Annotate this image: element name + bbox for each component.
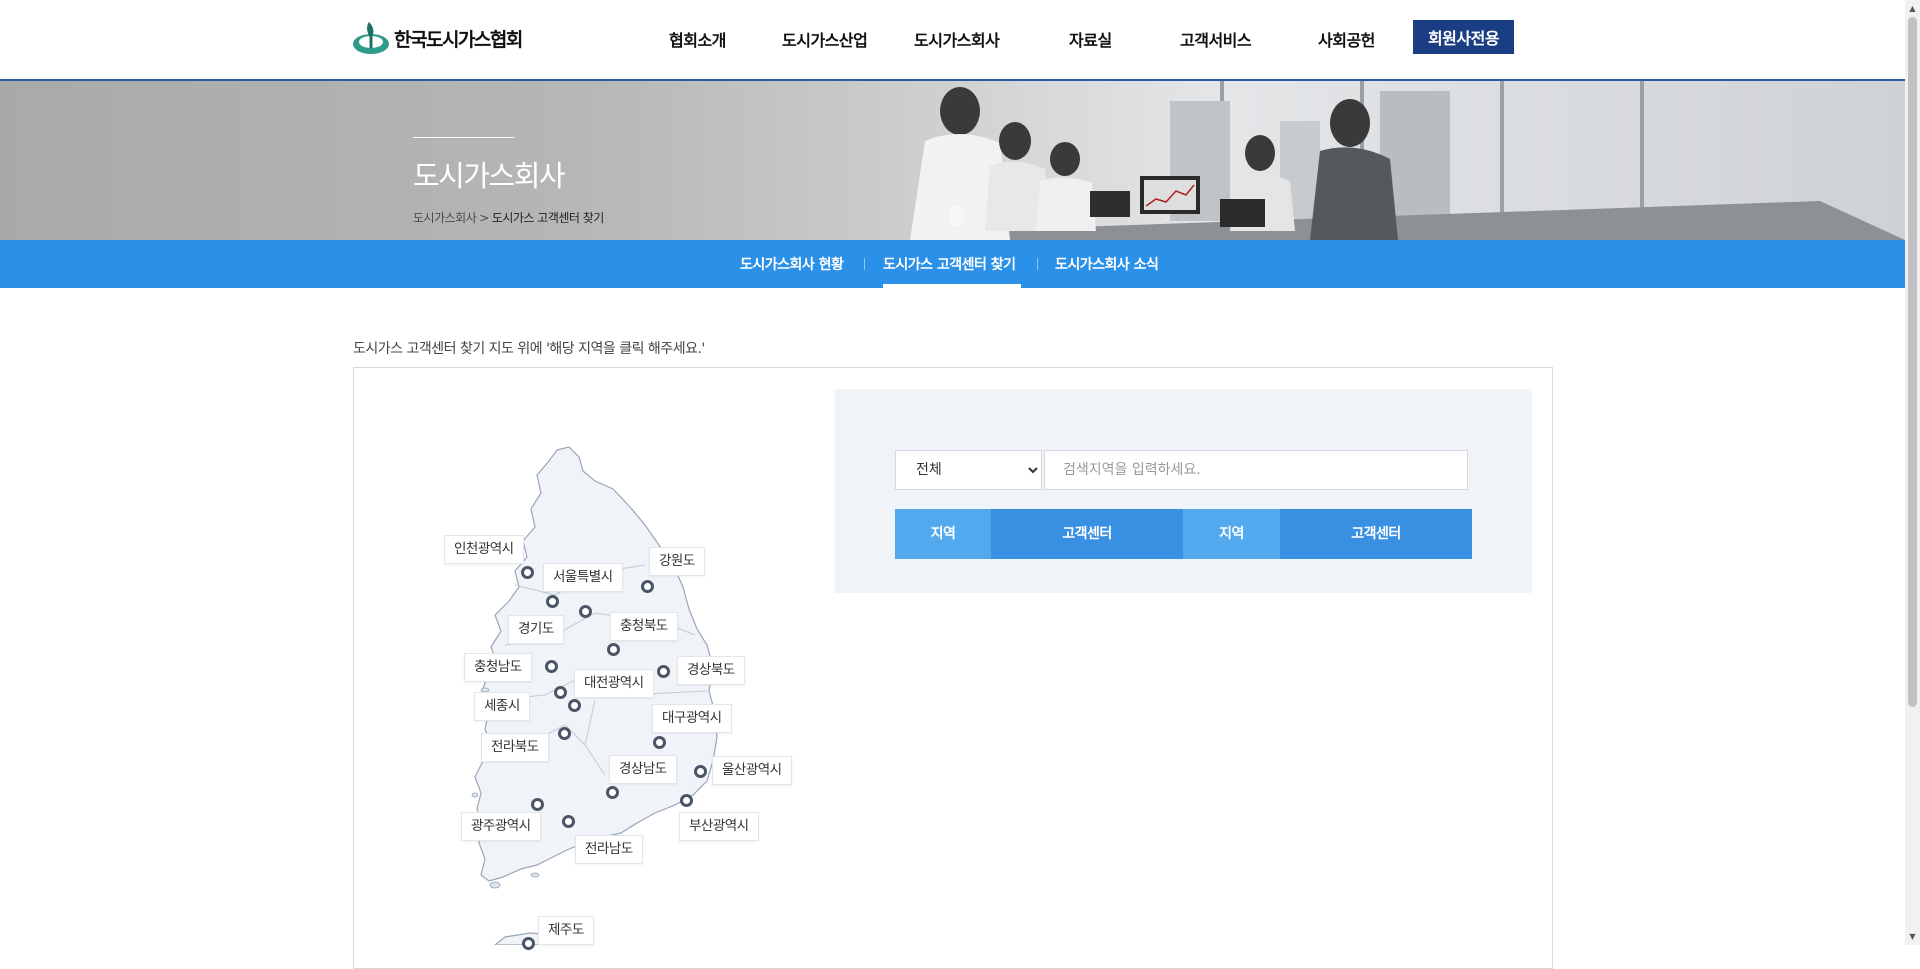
logo-icon (353, 22, 389, 54)
map-marker-seoul[interactable] (546, 595, 559, 608)
search-panel (835, 389, 1532, 593)
map-marker-chungnam[interactable] (545, 660, 558, 673)
logo-text: 한국도시가스협회 (394, 28, 523, 51)
nav-library[interactable]: 자료실 (1069, 27, 1112, 51)
map-marker-daegu[interactable] (653, 736, 666, 749)
tab-company-status[interactable]: 도시가스회사 현황 (740, 254, 844, 274)
map-marker-gyeongnam[interactable] (606, 786, 619, 799)
region-label-daegu[interactable]: 대구광역시 (652, 704, 732, 733)
title-accent-line (413, 137, 514, 138)
site-header: 한국도시가스협회 협회소개 도시가스산업 도시가스회사 자료실 고객서비스 사회… (0, 0, 1905, 81)
region-label-sejong[interactable]: 세종시 (474, 692, 530, 721)
map-marker-sejong[interactable] (554, 686, 567, 699)
page-visual-banner: 도시가스회사 도시가스회사 > 도시가스 고객센터 찾기 (0, 81, 1905, 240)
map-marker-gwangju[interactable] (531, 798, 544, 811)
region-label-jeonbuk[interactable]: 전라북도 (481, 733, 549, 762)
region-label-jeonnam[interactable]: 전라남도 (575, 835, 643, 864)
table-header-region: 지역 (1183, 509, 1280, 559)
region-label-chungnam[interactable]: 충청남도 (464, 653, 532, 682)
scrollbar-thumb[interactable] (1908, 17, 1917, 707)
breadcrumb-parent[interactable]: 도시가스회사 (413, 211, 477, 225)
scroll-down-arrow-icon[interactable]: ▼ (1905, 928, 1920, 945)
region-label-seoul[interactable]: 서울특별시 (543, 563, 623, 592)
region-label-ulsan[interactable]: 울산광역시 (712, 756, 792, 785)
tab-divider (1037, 258, 1038, 270)
region-label-jeju[interactable]: 제주도 (538, 916, 594, 945)
tab-company-news[interactable]: 도시가스회사 소식 (1055, 254, 1159, 274)
map-marker-gangwon[interactable] (641, 580, 654, 593)
map-marker-jeonnam[interactable] (562, 815, 575, 828)
site-logo[interactable]: 한국도시가스협회 (352, 20, 523, 56)
active-tab-indicator (883, 284, 1021, 288)
breadcrumb-separator: > (479, 211, 489, 225)
table-header-customer-center: 고객센터 (1280, 509, 1472, 559)
nav-gas-companies[interactable]: 도시가스회사 (914, 27, 1000, 51)
page-scrollbar[interactable]: ▲ ▼ (1905, 0, 1920, 945)
map-marker-incheon[interactable] (521, 566, 534, 579)
members-only-button[interactable]: 회원사전용 (1413, 20, 1514, 54)
page-title: 도시가스회사 (413, 159, 566, 193)
map-marker-gyeongbuk[interactable] (657, 665, 670, 678)
nav-about[interactable]: 협회소개 (669, 27, 726, 51)
nav-gas-industry[interactable]: 도시가스산업 (782, 27, 868, 51)
table-header-customer-center: 고객센터 (991, 509, 1183, 559)
map-marker-chungbuk[interactable] (607, 643, 620, 656)
region-label-daejeon[interactable]: 대전광역시 (574, 669, 654, 698)
region-label-gangwon[interactable]: 강원도 (649, 547, 705, 576)
search-input[interactable] (1044, 450, 1468, 490)
map-marker-daejeon[interactable] (568, 699, 581, 712)
region-label-gwangju[interactable]: 광주광역시 (461, 812, 541, 841)
map-marker-jeju[interactable] (522, 937, 535, 950)
map-marker-jeonbuk[interactable] (558, 727, 571, 740)
region-label-chungbuk[interactable]: 충청북도 (610, 612, 678, 641)
table-header-region: 지역 (895, 509, 991, 559)
region-label-gyeongnam[interactable]: 경상남도 (609, 755, 677, 784)
map-marker-ulsan[interactable] (694, 765, 707, 778)
map-marker-busan[interactable] (680, 794, 693, 807)
sub-navigation: 도시가스회사 현황 도시가스 고객센터 찾기 도시가스회사 소식 (0, 240, 1905, 288)
map-marker-gyeonggi[interactable] (579, 605, 592, 618)
breadcrumb-current: 도시가스 고객센터 찾기 (491, 211, 605, 225)
office-meeting-image (840, 81, 1905, 240)
region-select[interactable]: 전체 (895, 450, 1042, 490)
region-label-busan[interactable]: 부산광역시 (679, 812, 759, 841)
map-instruction-text: 도시가스 고객센터 찾기 지도 위에 '해당 지역을 클릭 해주세요.' (353, 341, 705, 357)
nav-social-contribution[interactable]: 사회공헌 (1318, 27, 1375, 51)
scroll-up-arrow-icon[interactable]: ▲ (1905, 0, 1920, 17)
breadcrumb: 도시가스회사 > 도시가스 고객센터 찾기 (413, 209, 604, 226)
nav-customer-service[interactable]: 고객서비스 (1180, 27, 1252, 51)
region-label-gyeongbuk[interactable]: 경상북도 (677, 656, 745, 685)
tab-find-customer-center[interactable]: 도시가스 고객센터 찾기 (883, 254, 1016, 274)
tab-divider (864, 258, 865, 270)
region-label-incheon[interactable]: 인천광역시 (444, 535, 524, 564)
region-label-gyeonggi[interactable]: 경기도 (508, 615, 564, 644)
